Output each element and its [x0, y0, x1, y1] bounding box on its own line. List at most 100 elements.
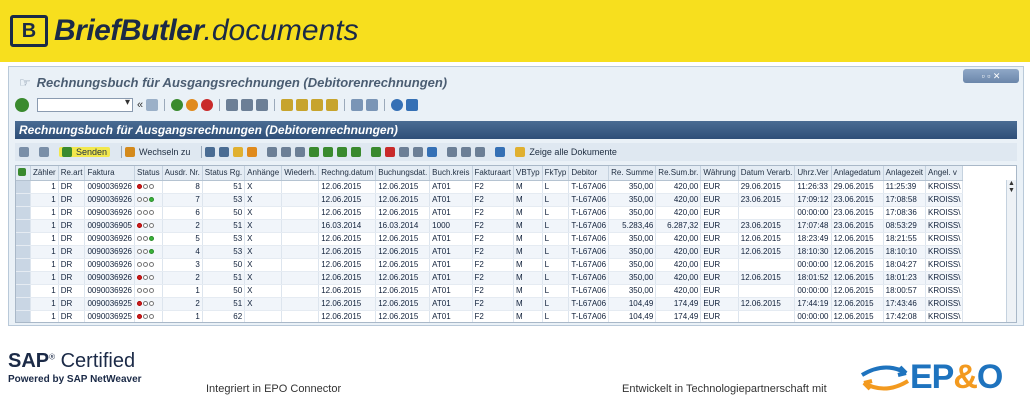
row-selector[interactable] — [16, 219, 31, 233]
display-button[interactable] — [39, 147, 51, 157]
back-nav-icon[interactable] — [171, 99, 184, 111]
edit-icons-group[interactable] — [205, 147, 259, 157]
column-header[interactable]: Re. Summe — [608, 166, 657, 181]
save-icon[interactable] — [146, 99, 159, 111]
cell-sum: 104,49 — [608, 297, 657, 311]
row-selector[interactable] — [16, 258, 31, 272]
column-header[interactable]: Anlagezeit — [883, 166, 927, 181]
cell-dv: 12.06.2015 — [738, 271, 796, 285]
table-row[interactable]: 1 DR 0090036926 3 50 X 12.06.2015 12.06.2015 AT0… — [16, 258, 964, 272]
cell-uv: 17:09:12 — [794, 193, 832, 207]
table-row[interactable]: 1 DR 0090036926 1 50 X 12.06.2015 12.06.2015 AT0… — [16, 284, 964, 298]
help-icon[interactable] — [391, 99, 404, 111]
column-header[interactable]: Faktura — [84, 166, 135, 181]
column-header[interactable]: VBTyp — [513, 166, 543, 181]
table-row[interactable]: 1 DR 0090036926 8 51 X 12.06.2015 12.06.2015 AT0… — [16, 180, 964, 194]
cell-srg: 50 — [202, 258, 246, 272]
cell-bd: 12.06.2015 — [375, 180, 431, 194]
table-row[interactable]: 1 DR 0090036905 2 51 X 16.03.2014 16.03.2014 100… — [16, 219, 964, 233]
cell-ang: KROISS\ — [925, 193, 964, 207]
show-all-documents-button[interactable]: Zeige alle Dokumente — [515, 147, 617, 157]
cell-art: DR — [58, 271, 86, 285]
cancel-icon[interactable] — [201, 99, 214, 111]
column-header[interactable]: Re.Sum.br. — [655, 166, 702, 181]
table-row[interactable]: 1 DR 0090036926 6 50 X 12.06.2015 12.06.2015 AT0… — [16, 206, 964, 220]
cell-srg: 51 — [202, 180, 246, 194]
back-icon[interactable]: « — [137, 99, 143, 111]
row-selector[interactable] — [16, 271, 31, 285]
first-page-icon[interactable] — [281, 99, 294, 111]
cell-bk: 1000 — [429, 219, 473, 233]
row-selector[interactable] — [16, 284, 31, 298]
column-header[interactable]: Debitor — [568, 166, 610, 181]
cell-bk: AT01 — [429, 193, 473, 207]
prev-page-icon[interactable] — [296, 99, 309, 111]
vertical-scrollbar[interactable]: ▲ ▼ — [1006, 180, 1016, 322]
column-header[interactable]: Fakturaart — [472, 166, 515, 181]
column-header[interactable]: Anlagedatum — [831, 166, 884, 181]
table-row[interactable]: 1 DR 0090036925 2 51 X 12.06.2015 12.06.2015 AT0… — [16, 297, 964, 311]
cell-z: 1 — [30, 180, 59, 194]
row-selector[interactable] — [16, 310, 31, 322]
row-selector[interactable] — [16, 245, 31, 259]
row-selector[interactable] — [16, 232, 31, 246]
column-header[interactable]: Status — [134, 166, 163, 181]
new-session-icon[interactable] — [351, 99, 364, 111]
column-header[interactable]: Datum Verarb. — [738, 166, 796, 181]
column-header[interactable]: Rechng.datum — [318, 166, 377, 181]
table-row[interactable]: 1 DR 0090036926 2 51 X 12.06.2015 12.06.2015 AT0… — [16, 271, 964, 285]
column-header[interactable]: Angel. v — [925, 166, 964, 181]
status-lamp-icon — [134, 206, 163, 220]
cell-uv: 00:00:00 — [794, 284, 832, 298]
cell-anh: X — [244, 297, 283, 311]
find-icon[interactable] — [241, 99, 254, 111]
ep-arrows-icon — [860, 365, 910, 390]
column-header[interactable]: Anhänge — [244, 166, 283, 181]
layout-icons-group[interactable] — [447, 147, 487, 157]
next-page-icon[interactable] — [311, 99, 324, 111]
column-header[interactable]: Uhrz.Ver — [794, 166, 832, 181]
info-button[interactable] — [495, 147, 507, 157]
glasses-button[interactable] — [19, 147, 31, 157]
send-button[interactable]: Senden — [59, 147, 111, 157]
exit-icon[interactable] — [186, 99, 199, 111]
enter-button[interactable] — [15, 98, 29, 112]
cell-vb: M — [513, 232, 543, 246]
select-all-cell[interactable] — [16, 166, 31, 181]
status-lamp-icon — [134, 284, 163, 298]
cell-dv — [738, 310, 796, 322]
table-row[interactable]: 1 DR 0090036926 4 53 X 12.06.2015 12.06.2015 AT0… — [16, 245, 964, 259]
table-header: Zähler Re.art Faktura Status Ausdr. Nr. Statu… — [16, 166, 964, 181]
cell-deb: T-L67A06 — [568, 258, 610, 272]
column-header[interactable]: Buchungsdat. — [375, 166, 431, 181]
find-next-icon[interactable] — [256, 99, 269, 111]
column-header[interactable]: FkTyp — [542, 166, 570, 181]
table-row[interactable]: 1 DR 0090036926 7 53 X 12.06.2015 12.06.2015 AT0… — [16, 193, 964, 207]
list-icons-group[interactable] — [267, 147, 363, 157]
window-controls[interactable]: ▫ ▫ ✕ — [963, 69, 1019, 83]
table-row[interactable]: 1 DR 0090036925 1 62 12.06.2015 12.06.2015 AT01… — [16, 310, 964, 322]
export-icons-group[interactable] — [371, 147, 439, 157]
row-selector[interactable] — [16, 297, 31, 311]
print-icon[interactable] — [226, 99, 239, 111]
switch-to-button[interactable]: Wechseln zu — [125, 147, 190, 157]
cell-wd — [281, 180, 320, 194]
column-header[interactable]: Ausdr. Nr. — [162, 166, 203, 181]
layout-icon[interactable] — [406, 99, 419, 111]
display-icon — [39, 147, 49, 157]
row-selector[interactable] — [16, 193, 31, 207]
command-field[interactable] — [37, 97, 133, 112]
row-selector[interactable] — [16, 180, 31, 194]
cell-nr: 3 — [162, 258, 203, 272]
column-header[interactable]: Buch.kreis — [429, 166, 473, 181]
column-header[interactable]: Status Rg. — [202, 166, 246, 181]
shortcut-icon[interactable] — [366, 99, 379, 111]
column-header[interactable]: Re.art — [58, 166, 86, 181]
last-page-icon[interactable] — [326, 99, 339, 111]
column-header[interactable]: Zähler — [30, 166, 59, 181]
cell-rd: 12.06.2015 — [318, 271, 377, 285]
column-header[interactable]: Währung — [700, 166, 739, 181]
column-header[interactable]: Wiederh. — [281, 166, 320, 181]
table-row[interactable]: 1 DR 0090036926 5 53 X 12.06.2015 12.06.2015 AT0… — [16, 232, 964, 246]
row-selector[interactable] — [16, 206, 31, 220]
